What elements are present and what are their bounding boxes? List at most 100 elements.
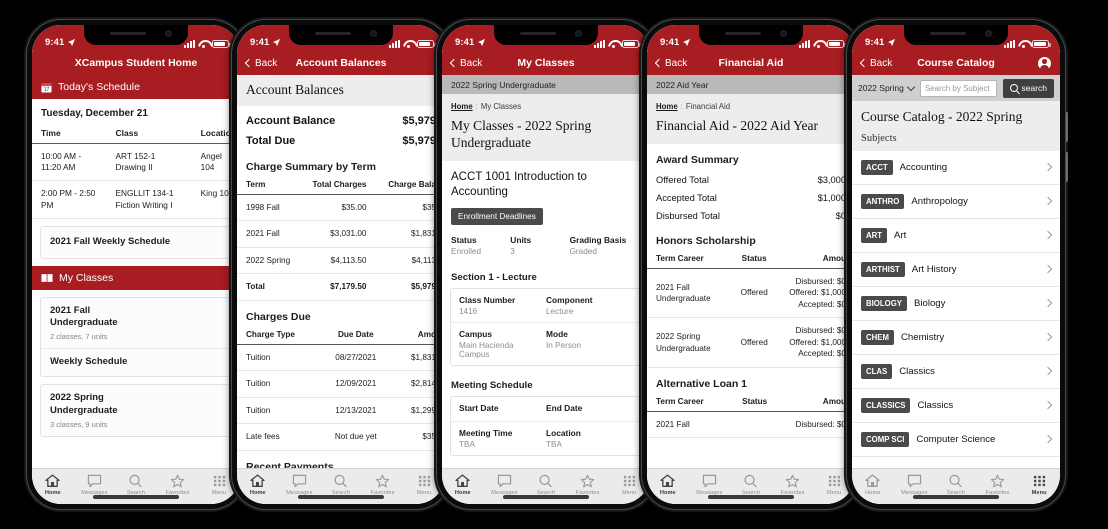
col-class: Class bbox=[106, 125, 192, 144]
tab-search[interactable]: Search bbox=[730, 473, 772, 496]
list-item[interactable]: CLAS Classics bbox=[852, 354, 1060, 389]
search-input[interactable]: Search by Subject bbox=[919, 79, 998, 97]
tab-search[interactable]: Search bbox=[115, 473, 157, 496]
amount-offered: Offered: $1,000 bbox=[789, 337, 846, 347]
meta-label: Units bbox=[510, 234, 532, 245]
cell-due: 12/09/2021 bbox=[318, 370, 391, 398]
tab-messages[interactable]: Messages bbox=[894, 473, 936, 496]
back-button[interactable]: Back bbox=[859, 58, 892, 69]
back-button[interactable]: Back bbox=[449, 58, 482, 69]
subject-code: CLAS bbox=[861, 363, 893, 379]
home-indicator[interactable] bbox=[503, 495, 589, 499]
list-item[interactable]: BIOLOGY Biology bbox=[852, 286, 1060, 321]
tab-messages[interactable]: Messages bbox=[279, 473, 321, 496]
search-button[interactable]: search bbox=[1003, 78, 1054, 98]
tab-favorites[interactable]: Favorites bbox=[362, 473, 404, 496]
summary-label: Disbursed Total bbox=[656, 210, 720, 221]
home-indicator[interactable] bbox=[913, 495, 999, 499]
cell-term: 2021 Fall bbox=[647, 411, 731, 439]
detail-value: Main Hacienda Campus bbox=[459, 340, 514, 359]
breadcrumb-home[interactable]: Home bbox=[451, 102, 473, 111]
term-label: 2022 Spring Undergraduate bbox=[451, 79, 556, 90]
tab-messages[interactable]: Messages bbox=[74, 473, 116, 496]
grid-menu-icon bbox=[212, 473, 227, 489]
tab-favorites[interactable]: Favorites bbox=[977, 473, 1019, 496]
content-scroll[interactable]: Home: My Classes My Classes - 2022 Spring… bbox=[442, 94, 650, 468]
tab-home[interactable]: Home bbox=[647, 473, 689, 496]
list-item[interactable]: ART Art bbox=[852, 218, 1060, 253]
tab-home[interactable]: Home bbox=[442, 473, 484, 496]
summary-value: $0 bbox=[835, 210, 846, 221]
page-title: XCampus Student Home bbox=[74, 57, 198, 69]
table-row[interactable]: 2:00 PM - 2:50 PM ENGLLIT 134-1 Fiction … bbox=[32, 180, 240, 219]
breadcrumb-home[interactable]: Home bbox=[656, 102, 678, 111]
notch bbox=[84, 25, 188, 45]
charge-summary-table: Term Total Charges Charge Bala 1998 Fall… bbox=[237, 177, 445, 301]
tab-home[interactable]: Home bbox=[852, 473, 894, 496]
tab-messages[interactable]: Messages bbox=[484, 473, 526, 496]
page-heading-band: Account Balances bbox=[237, 75, 445, 106]
col-time: Time bbox=[32, 125, 107, 144]
list-item[interactable]: 2022 Spring Undergraduate 3 classes, 9 u… bbox=[41, 385, 231, 436]
list-item[interactable]: ARTHIST Art History bbox=[852, 252, 1060, 287]
page-heading: Course Catalog - 2022 Spring bbox=[861, 109, 1023, 124]
content-scroll[interactable]: Course Catalog - 2022 Spring Subjects AC… bbox=[852, 101, 1060, 468]
section-header-todays-schedule[interactable]: 17 Today's Schedule bbox=[32, 75, 240, 99]
weekly-schedule-link[interactable]: 2021 Fall Weekly Schedule bbox=[50, 236, 222, 249]
table-row[interactable]: 10:00 AM - 11:20 AM ART 152-1 Drawing II… bbox=[32, 143, 240, 182]
list-item[interactable]: CLASSICS Classics bbox=[852, 388, 1060, 423]
home-indicator[interactable] bbox=[708, 495, 794, 499]
tab-favorites[interactable]: Favorites bbox=[567, 473, 609, 496]
message-bubble-icon bbox=[87, 473, 102, 489]
list-item[interactable]: Weekly Schedule bbox=[41, 349, 231, 376]
list-item[interactable]: ANTHRO Anthropology bbox=[852, 184, 1060, 219]
tab-favorites[interactable]: Favorites bbox=[772, 473, 814, 496]
chevron-right-icon bbox=[1043, 367, 1053, 376]
home-icon bbox=[45, 473, 60, 489]
tab-home[interactable]: Home bbox=[32, 473, 74, 496]
section-header-my-classes[interactable]: My Classes bbox=[32, 265, 240, 290]
col-term: Term bbox=[237, 177, 300, 195]
tab-search[interactable]: Search bbox=[935, 473, 977, 496]
content-scroll[interactable]: 17 Today's Schedule Tuesday, December 21… bbox=[32, 75, 240, 468]
search-icon bbox=[743, 473, 758, 489]
list-item[interactable]: 2021 Fall Undergraduate 2 classes, 7 uni… bbox=[41, 298, 231, 350]
search-icon bbox=[538, 473, 553, 489]
back-button[interactable]: Back bbox=[244, 57, 278, 69]
enrollment-deadlines-button[interactable]: Enrollment Deadlines bbox=[451, 207, 543, 225]
tab-favorites[interactable]: Favorites bbox=[157, 473, 199, 496]
account-button[interactable] bbox=[1038, 56, 1051, 70]
home-indicator[interactable] bbox=[93, 495, 179, 499]
total-label: Account Balance bbox=[246, 114, 336, 127]
tab-menu[interactable]: Menu bbox=[1018, 473, 1060, 496]
tab-label: Home bbox=[44, 490, 61, 496]
notch bbox=[494, 25, 598, 45]
tab-home[interactable]: Home bbox=[237, 473, 279, 496]
cellular-bars-icon bbox=[799, 39, 810, 48]
detail-label: Location bbox=[546, 427, 581, 438]
weekly-schedule-card[interactable]: 2021 Fall Weekly Schedule bbox=[40, 225, 232, 259]
table-row: Late fees Not due yet $35 bbox=[237, 423, 445, 451]
detail-label: Meeting Time bbox=[459, 427, 513, 438]
message-bubble-icon bbox=[292, 473, 307, 489]
subject-code: CHEM bbox=[861, 329, 894, 345]
detail-value: 1416 bbox=[459, 306, 478, 316]
content-scroll[interactable]: Account Balances Account Balance $5,979 T… bbox=[237, 75, 445, 468]
search-icon bbox=[948, 473, 963, 489]
cell-due: 08/27/2021 bbox=[318, 344, 391, 372]
list-item[interactable]: ACCT Accounting bbox=[852, 150, 1060, 185]
total-row: Total Due $5,979 bbox=[237, 131, 445, 151]
list-item[interactable]: COMP SCI Computer Science bbox=[852, 422, 1060, 457]
col-term-career: Term Career bbox=[647, 251, 731, 269]
tab-search[interactable]: Search bbox=[525, 473, 567, 496]
star-icon bbox=[785, 473, 800, 489]
back-label: Back bbox=[255, 57, 278, 69]
tab-search[interactable]: Search bbox=[320, 473, 362, 496]
term-selector[interactable]: 2022 Spring bbox=[858, 82, 916, 93]
home-indicator[interactable] bbox=[298, 495, 384, 499]
content-scroll[interactable]: Home: Financial Aid Financial Aid - 2022 … bbox=[647, 94, 855, 468]
section-title: My Classes bbox=[59, 271, 114, 284]
back-button[interactable]: Back bbox=[654, 58, 687, 69]
list-item[interactable]: CHEM Chemistry bbox=[852, 320, 1060, 355]
tab-messages[interactable]: Messages bbox=[689, 473, 731, 496]
